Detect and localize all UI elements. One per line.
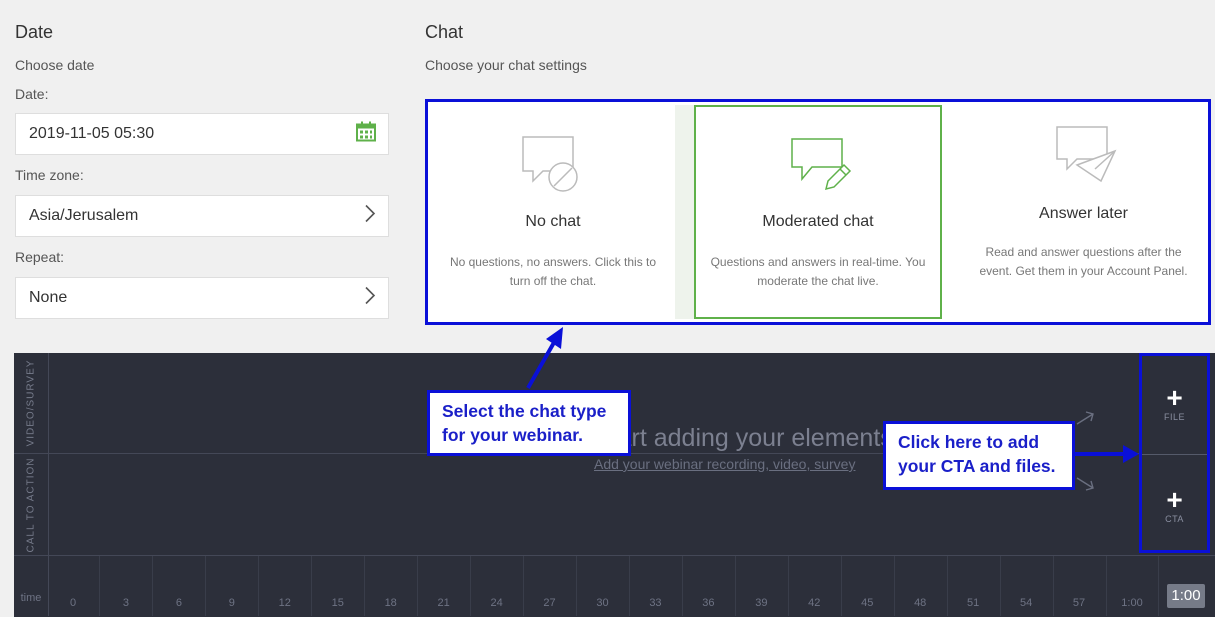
time-gridline	[1105, 556, 1107, 616]
time-gridline	[893, 556, 895, 616]
track-label-video-survey: VIDEO/SURVEY	[14, 353, 49, 453]
chat-option-description: Questions and answers in real-time. You …	[710, 255, 926, 288]
time-gridline	[787, 556, 789, 616]
plus-icon: +	[1166, 484, 1183, 515]
time-gridline	[946, 556, 948, 616]
time-gridline	[1158, 556, 1160, 616]
date-field[interactable]: 2019-11-05 05:30	[15, 113, 389, 155]
timezone-value: Asia/Jerusalem	[29, 207, 139, 224]
time-tick: 54	[1019, 597, 1033, 609]
time-tick: 39	[755, 597, 768, 609]
time-gridline	[152, 556, 154, 616]
chat-option-description: Read and answer questions after the even…	[979, 245, 1188, 278]
duration-badge: 1:00	[1167, 584, 1205, 608]
time-tick: 36	[702, 597, 715, 609]
time-tick: 45	[861, 597, 874, 609]
time-gridline	[205, 556, 207, 616]
time-gridline	[999, 556, 1001, 616]
time-gridline	[628, 556, 630, 616]
time-gridline	[364, 556, 366, 616]
time-tick: 3	[122, 597, 129, 609]
time-gridline	[576, 556, 578, 616]
add-elements-column: + FILE + CTA	[1139, 353, 1210, 553]
chevron-right-icon	[364, 286, 376, 311]
callout-arrow-chat	[526, 327, 563, 389]
timeline-empty-link[interactable]: Add your webinar recording, video, surve…	[594, 456, 855, 472]
time-tick: 30	[596, 597, 609, 609]
time-gridline	[840, 556, 842, 616]
time-tick: 12	[278, 597, 291, 609]
time-gridline	[258, 556, 260, 616]
timezone-select[interactable]: Asia/Jerusalem	[15, 195, 389, 237]
time-tick: 51	[967, 597, 980, 609]
arrow-icon	[1076, 476, 1096, 497]
answer-later-icon	[1055, 125, 1117, 188]
no-chat-icon	[521, 135, 583, 198]
chat-option-moderated[interactable]: Moderated chat Questions and answers in …	[694, 105, 942, 319]
time-ruler	[14, 555, 1215, 617]
plus-icon: +	[1166, 382, 1183, 413]
timeline-empty-title: Start adding your elements	[594, 424, 893, 452]
time-gridline	[470, 556, 472, 616]
repeat-value: None	[29, 289, 68, 306]
time-tick: 6	[175, 597, 182, 609]
time-gridline	[523, 556, 525, 616]
callout-chat-type: Select the chat type for your webinar.	[427, 390, 631, 456]
chat-section-subtitle: Choose your chat settings	[425, 57, 587, 73]
time-tick: 1:00	[1121, 597, 1143, 609]
callout-cta-files: Click here to add your CTA and files.	[883, 421, 1075, 490]
chat-option-description: No questions, no answers. Click this to …	[449, 255, 657, 288]
time-gridline	[311, 556, 313, 616]
date-value: 2019-11-05 05:30	[29, 125, 155, 142]
date-section-subtitle: Choose date	[15, 57, 95, 73]
chat-section-title: Chat	[425, 22, 464, 42]
time-gridline	[681, 556, 683, 616]
repeat-select[interactable]: None	[15, 277, 389, 319]
chat-options: No chat No questions, no answers. Click …	[425, 99, 1211, 325]
time-gridline	[1052, 556, 1054, 616]
time-tick: 9	[228, 597, 235, 609]
time-label: time	[20, 592, 42, 604]
arrow-icon	[1076, 410, 1096, 431]
add-file-button[interactable]: + FILE	[1142, 382, 1207, 423]
time-tick: 0	[69, 597, 77, 609]
callout-arrow-cta	[1075, 445, 1139, 463]
time-tick: 27	[543, 597, 556, 609]
date-section-title: Date	[15, 22, 54, 42]
time-tick: 57	[1072, 597, 1086, 609]
time-tick: 33	[649, 597, 662, 609]
time-tick: 42	[808, 597, 821, 609]
time-tick: 15	[331, 597, 344, 609]
time-gridline	[99, 556, 101, 616]
moderated-chat-icon	[790, 137, 852, 200]
calendar-icon[interactable]	[356, 121, 376, 147]
time-gridline	[417, 556, 419, 616]
time-gridline	[734, 556, 736, 616]
chat-option-title: No chat	[525, 213, 581, 230]
add-cta-label: CTA	[1165, 514, 1184, 524]
chat-option-answer-later[interactable]: Answer later Read and answer questions a…	[959, 105, 1208, 319]
add-file-label: FILE	[1163, 412, 1185, 422]
chat-option-title: Answer later	[1039, 205, 1128, 222]
time-tick: 18	[384, 597, 397, 609]
time-tick: 21	[437, 597, 450, 609]
time-tick: 48	[914, 597, 927, 609]
chat-option-no-chat[interactable]: No chat No questions, no answers. Click …	[431, 105, 675, 319]
add-cta-button[interactable]: + CTA	[1142, 484, 1207, 525]
date-label: Date:	[15, 86, 49, 102]
track-label-call-to-action: CALL TO ACTION	[14, 454, 49, 555]
chat-option-title: Moderated chat	[762, 213, 874, 230]
timezone-label: Time zone:	[15, 167, 84, 183]
repeat-label: Repeat:	[15, 249, 65, 265]
time-tick: 24	[490, 597, 503, 609]
chevron-right-icon	[364, 204, 376, 229]
